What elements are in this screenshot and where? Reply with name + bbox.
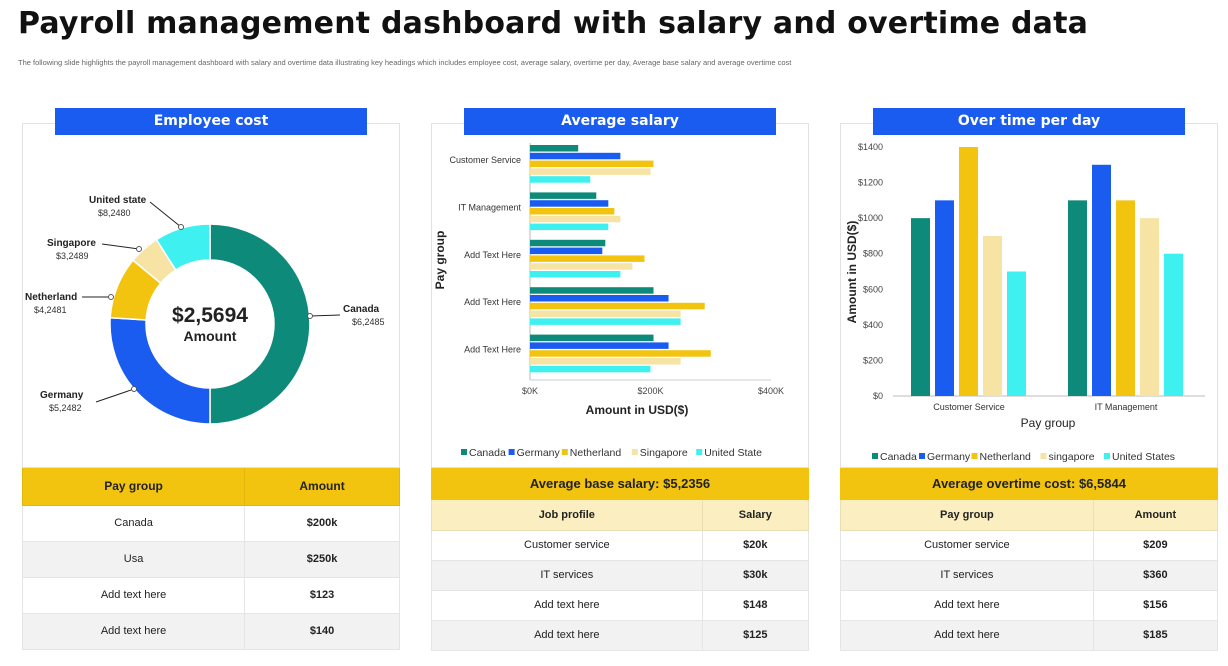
table-cell: Add text here bbox=[431, 590, 703, 621]
table-row: Add text here $140 bbox=[21, 613, 400, 650]
table-cell: $30k bbox=[702, 560, 810, 591]
overtime-bar-chart: $0 $200 $400 $600 $800 $1000 $1200 $1400 Custome… bbox=[845, 142, 1205, 463]
vbar-bar-canada bbox=[1068, 200, 1087, 396]
vbar-legend-swatch-united-states bbox=[1104, 453, 1110, 459]
vbar-bar-united-states bbox=[1007, 271, 1026, 396]
table-cell: Add text here bbox=[431, 620, 703, 651]
vbar-legend-label-canada: Canada bbox=[880, 451, 917, 463]
table-cell: $148 bbox=[702, 590, 810, 621]
vbar-y-axis-title: Amount in USD($) bbox=[845, 221, 859, 324]
vbar-x-axis-title: Pay group bbox=[1021, 416, 1076, 430]
vbar-y-tick-label: $400 bbox=[863, 320, 883, 330]
table-cell: IT services bbox=[840, 560, 1094, 591]
table-cell: Customer service bbox=[431, 530, 703, 561]
table-row: Canada $200k bbox=[21, 505, 400, 542]
table-row: Add text here $185 bbox=[840, 620, 1219, 651]
vbar-bar-germany bbox=[1092, 164, 1111, 396]
vbar-legend-swatch-germany bbox=[919, 453, 925, 459]
vbar-legend-swatch-singapore bbox=[1040, 453, 1047, 459]
vbar-legend-swatch-netherland bbox=[971, 453, 978, 459]
table-cell: Add text here bbox=[21, 613, 246, 650]
table-cell: $20k bbox=[702, 530, 810, 561]
table-cell: $125 bbox=[702, 620, 810, 651]
table-cell: $250k bbox=[244, 541, 400, 578]
overtime-table: Pay group Amount Customer service $209 I… bbox=[840, 500, 1219, 651]
table-cell: Usa bbox=[21, 541, 246, 578]
table-row: Customer service $209 bbox=[840, 530, 1219, 561]
table-cell: $156 bbox=[1093, 590, 1219, 621]
vbar-bar-netherland bbox=[959, 147, 978, 396]
vbar-y-tick-label: $1000 bbox=[858, 213, 883, 223]
table-cell: $360 bbox=[1093, 560, 1219, 591]
table-row: Customer service $20k bbox=[431, 530, 810, 561]
table-cell: Add text here bbox=[21, 577, 246, 614]
table-cell: $140 bbox=[244, 613, 400, 650]
vbar-bar-singapore bbox=[983, 235, 1002, 396]
vbar-bar-netherland bbox=[1116, 200, 1135, 396]
average-salary-table: Job profile Salary Customer service $20k… bbox=[431, 500, 810, 651]
table-cell: $209 bbox=[1093, 530, 1219, 561]
table-row: Add text here $148 bbox=[431, 590, 810, 621]
vbar-y-tick-label: $200 bbox=[863, 355, 883, 365]
table-cell: Add text here bbox=[840, 620, 1094, 651]
average-base-salary-banner: Average base salary: $5,2356 bbox=[431, 468, 809, 500]
vbar-legend-label-united-states: United States bbox=[1112, 451, 1175, 463]
vbar-category-label: IT Management bbox=[1095, 402, 1158, 412]
table-row: Add text here $125 bbox=[431, 620, 810, 651]
table-header-pay-group: Pay group bbox=[21, 468, 246, 506]
table-row: Usa $250k bbox=[21, 541, 400, 578]
table-cell: $200k bbox=[244, 505, 400, 542]
average-overtime-cost-banner: Average overtime cost: $6,5844 bbox=[840, 468, 1218, 500]
table-header-job-profile: Job profile bbox=[431, 500, 703, 531]
table-cell: Canada bbox=[21, 505, 246, 542]
vbar-legend-swatch-canada bbox=[872, 453, 878, 459]
vbar-category-label: Customer Service bbox=[933, 402, 1005, 412]
table-row: Add text here $123 bbox=[21, 577, 400, 614]
vbar-legend-label-germany: Germany bbox=[927, 451, 971, 463]
vbar-bar-canada bbox=[911, 218, 930, 396]
table-row: IT services $360 bbox=[840, 560, 1219, 591]
vbar-legend-label-netherland: Netherland bbox=[980, 451, 1032, 463]
vbar-y-tick-label: $600 bbox=[863, 284, 883, 294]
table-header-salary: Salary bbox=[702, 500, 810, 531]
table-header-pay-group: Pay group bbox=[840, 500, 1094, 531]
vbar-bar-united-states bbox=[1164, 253, 1183, 396]
vbar-y-tick-label: $1200 bbox=[858, 178, 883, 188]
table-cell: $185 bbox=[1093, 620, 1219, 651]
vbar-bar-singapore bbox=[1140, 218, 1159, 396]
vbar-legend-label-singapore: singapore bbox=[1049, 451, 1095, 463]
table-header-amount: Amount bbox=[1093, 500, 1219, 531]
vbar-y-tick-label: $1400 bbox=[858, 142, 883, 152]
table-header-amount: Amount bbox=[244, 468, 400, 506]
employee-cost-table: Pay group Amount Canada $200k Usa $250k … bbox=[21, 468, 400, 650]
vbar-bar-germany bbox=[935, 200, 954, 396]
vbar-y-tick-label: $0 bbox=[873, 391, 883, 401]
table-cell: IT services bbox=[431, 560, 703, 591]
table-row: Add text here $156 bbox=[840, 590, 1219, 621]
vbar-y-tick-label: $800 bbox=[863, 249, 883, 259]
table-cell: $123 bbox=[244, 577, 400, 614]
table-row: IT services $30k bbox=[431, 560, 810, 591]
table-cell: Customer service bbox=[840, 530, 1094, 561]
table-cell: Add text here bbox=[840, 590, 1094, 621]
